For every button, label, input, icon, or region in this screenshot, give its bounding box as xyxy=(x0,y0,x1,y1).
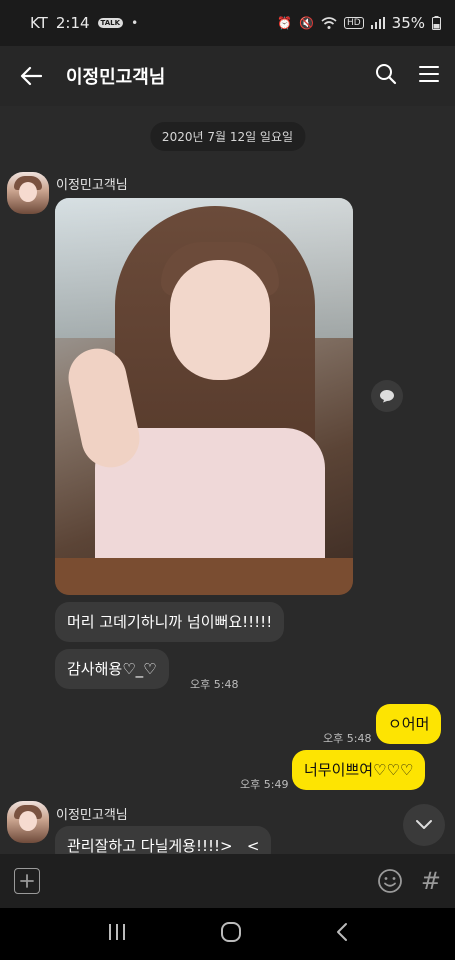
battery-percent: 35% xyxy=(391,14,425,32)
message-bubble[interactable]: ㅇ어머 xyxy=(376,704,442,744)
signal-icon xyxy=(370,17,385,29)
battery-icon xyxy=(432,16,441,30)
add-button[interactable] xyxy=(14,868,40,894)
search-button[interactable] xyxy=(375,63,397,89)
message-time: 오후 5:49 xyxy=(240,778,289,791)
back-arrow-icon xyxy=(20,66,42,86)
photo-message[interactable] xyxy=(55,198,353,595)
recent-apps-icon xyxy=(108,924,125,940)
hashtag-icon[interactable]: # xyxy=(421,867,441,895)
back-icon xyxy=(336,923,347,941)
sender-name: 이정민고객님 xyxy=(56,808,128,823)
back-button[interactable] xyxy=(16,61,46,91)
home-button[interactable] xyxy=(220,921,242,947)
talk-notification-icon: TALK xyxy=(97,18,124,28)
chat-area[interactable]: 2020년 7월 12일 일요일 이정민고객님 머리 고데기하니까 넘이뻐요!!… xyxy=(0,106,455,854)
chat-title: 이정민고객님 xyxy=(66,67,166,88)
avatar[interactable] xyxy=(7,801,49,843)
chat-header: 이정민고객님 xyxy=(0,46,455,106)
chevron-down-icon xyxy=(416,820,432,829)
hd-icon: HD xyxy=(343,17,364,29)
message-bubble[interactable]: 관리잘하고 다닐게용!!!!> < xyxy=(55,826,272,854)
input-bar: # xyxy=(0,854,455,908)
message-bubble[interactable]: 너무이쁘여♡♡♡ xyxy=(292,750,426,790)
emoji-icon xyxy=(377,869,402,893)
menu-icon xyxy=(419,66,439,82)
date-divider: 2020년 7월 12일 일요일 xyxy=(149,122,306,151)
system-nav-bar xyxy=(0,908,455,960)
alarm-icon: ⏰ xyxy=(277,16,292,30)
search-icon xyxy=(376,64,397,85)
share-button[interactable] xyxy=(371,380,403,412)
mute-icon: 🔇 xyxy=(299,16,314,30)
home-icon xyxy=(220,922,241,942)
chat-bubble-icon xyxy=(380,390,394,403)
add-icon xyxy=(20,874,34,888)
message-time: 오후 5:48 xyxy=(323,732,372,745)
dot-icon: • xyxy=(131,16,139,30)
sender-name: 이정민고객님 xyxy=(56,178,128,193)
message-time: 오후 5:48 xyxy=(190,678,239,691)
scroll-to-bottom-button[interactable] xyxy=(403,804,445,846)
wifi-icon xyxy=(321,17,337,29)
clock: 2:14 xyxy=(55,14,90,32)
back-nav-button[interactable] xyxy=(335,922,349,946)
carrier-label: KT xyxy=(30,14,48,32)
message-bubble[interactable]: 머리 고데기하니까 넘이뻐요!!!!! xyxy=(55,602,285,642)
recent-apps-button[interactable] xyxy=(107,923,127,945)
message-bubble[interactable]: 감사해용♡_♡ xyxy=(55,649,169,689)
emoji-button[interactable] xyxy=(377,868,403,894)
avatar[interactable] xyxy=(7,172,49,214)
message-input[interactable] xyxy=(40,866,377,896)
status-bar: KT 2:14 TALK • ⏰ 🔇 HD 35% xyxy=(0,0,455,46)
menu-button[interactable] xyxy=(419,65,439,87)
